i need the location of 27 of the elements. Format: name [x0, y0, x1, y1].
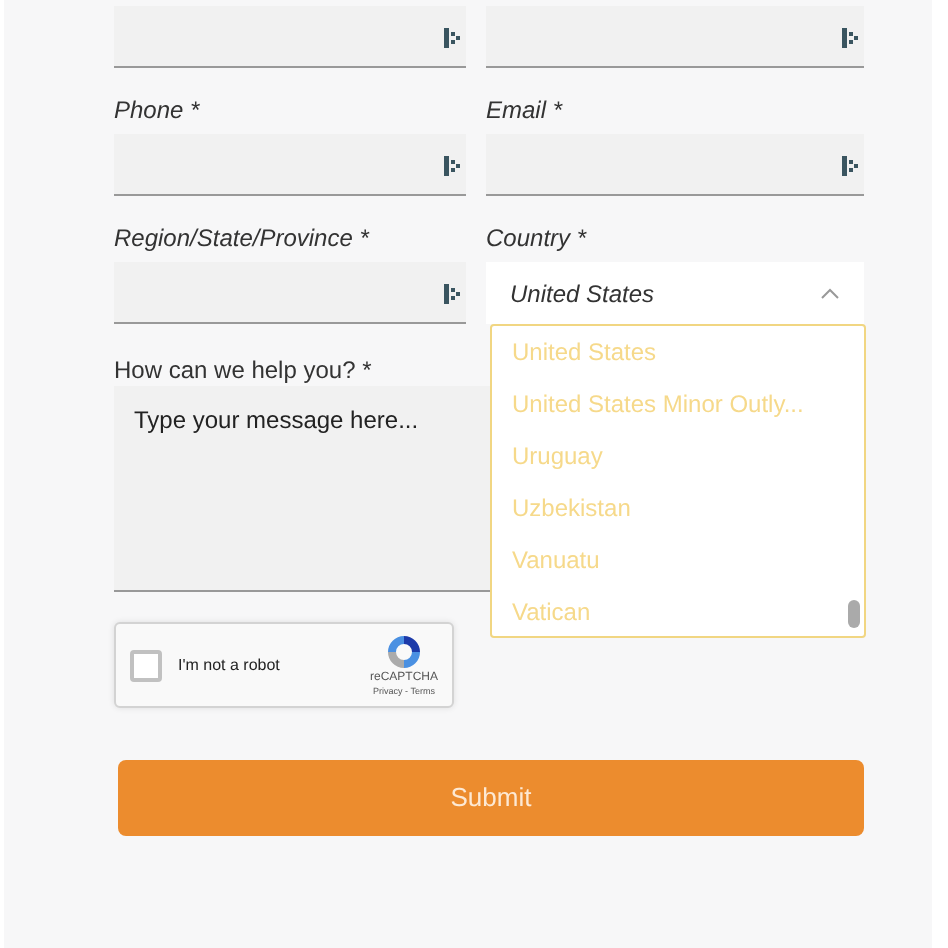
dropdown-option[interactable]: United States Minor Outly...: [492, 378, 864, 430]
captcha-label: I'm not a robot: [178, 653, 280, 677]
input-field[interactable]: [114, 6, 466, 68]
input-field[interactable]: [486, 6, 864, 68]
country-select[interactable]: United States: [486, 262, 864, 324]
input-field[interactable]: [486, 134, 864, 196]
key-icon[interactable]: [444, 28, 460, 48]
key-icon[interactable]: [444, 284, 460, 304]
dropdown-option[interactable]: United States: [492, 326, 864, 378]
input-field[interactable]: [114, 134, 466, 196]
key-icon[interactable]: [444, 156, 460, 176]
key-icon[interactable]: [842, 28, 858, 48]
dropdown-option[interactable]: Uruguay: [492, 430, 864, 482]
submit-button[interactable]: Submit: [118, 760, 864, 836]
field-label: Region/State/Province *: [114, 224, 369, 256]
captcha-checkbox[interactable]: [130, 649, 162, 681]
dropdown-option[interactable]: Vanuatu: [492, 534, 864, 586]
dropdown-option[interactable]: Uzbekistan: [492, 482, 864, 534]
scrollbar-thumb[interactable]: [848, 600, 860, 628]
field-label: Email *: [486, 96, 563, 128]
field-label: How can we help you? *: [114, 354, 372, 386]
field-label: Phone *: [114, 96, 200, 128]
field-label: Country *: [486, 224, 587, 256]
input-field[interactable]: [114, 262, 466, 324]
recaptcha-logo-icon: [383, 632, 424, 672]
key-icon[interactable]: [842, 156, 858, 176]
dropdown-option[interactable]: Vatican: [492, 586, 864, 638]
